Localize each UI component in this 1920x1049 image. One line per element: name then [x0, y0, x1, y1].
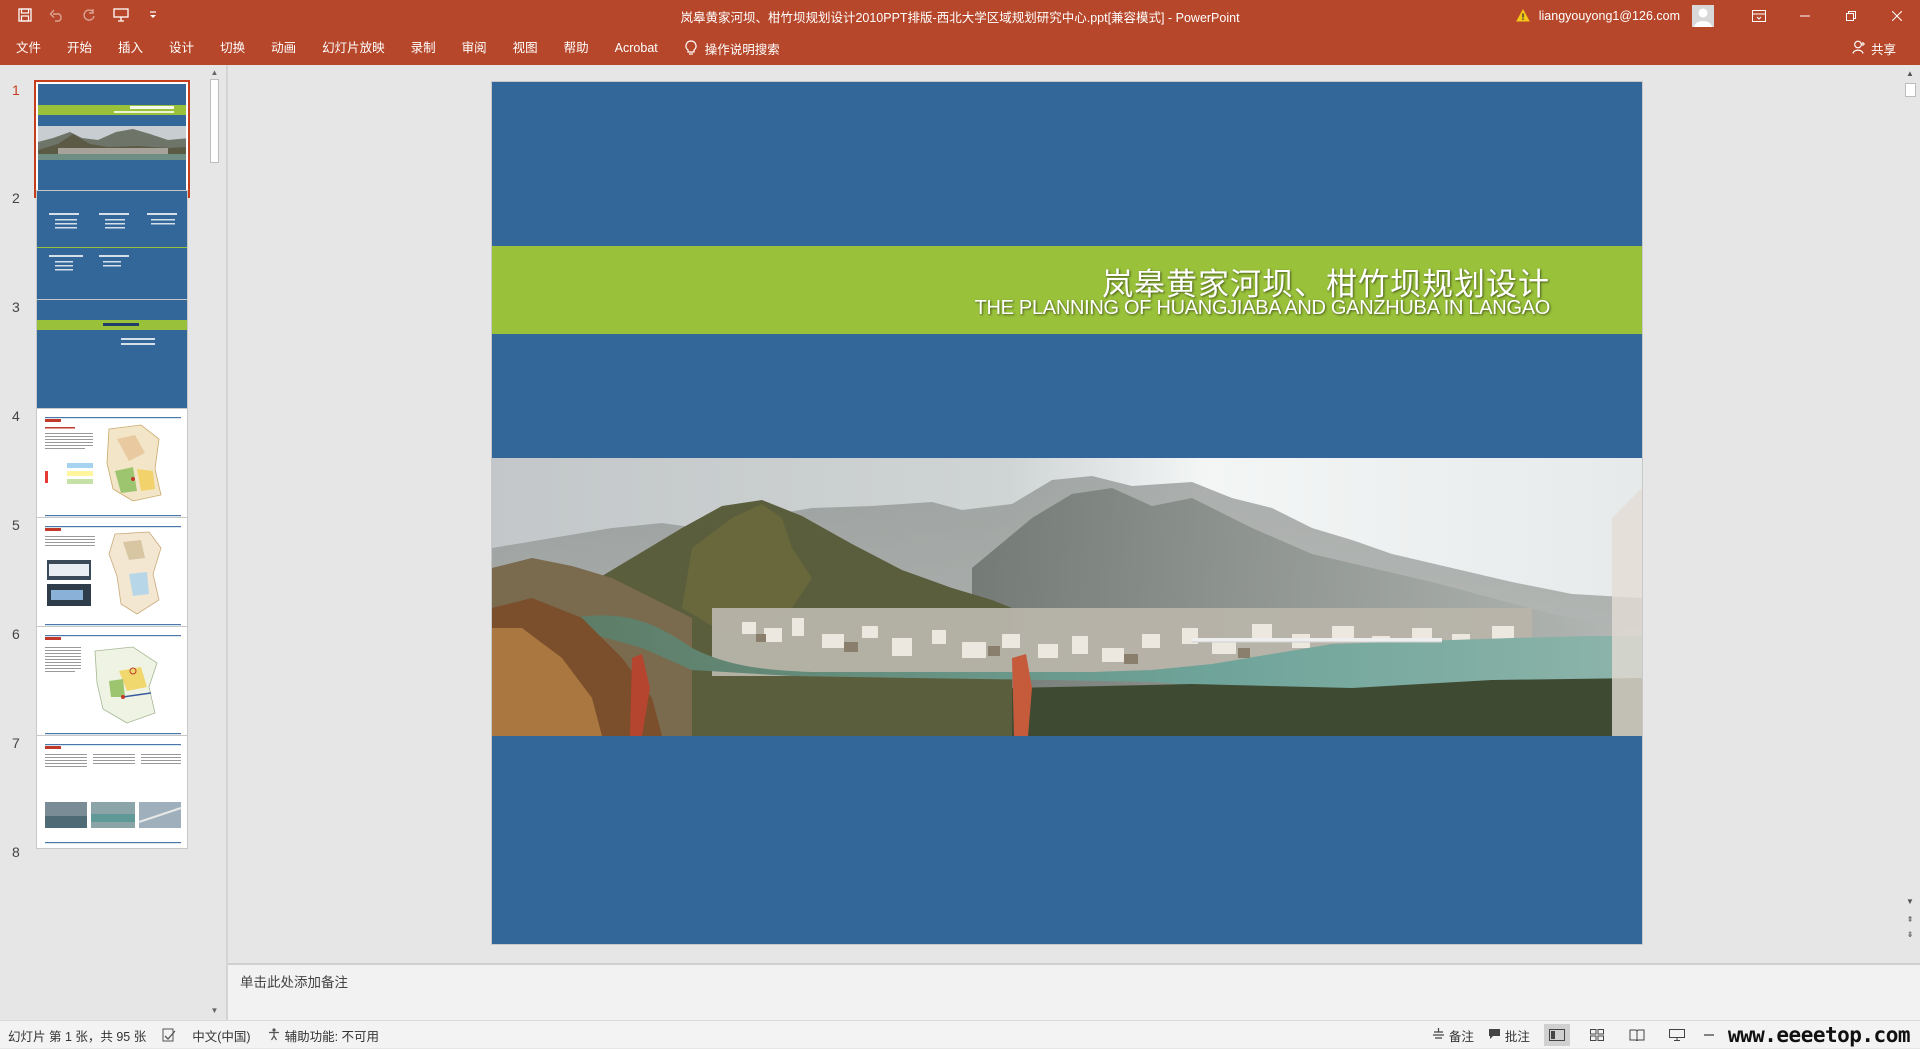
user-email[interactable]: liangyouyong1@126.com	[1539, 9, 1680, 23]
slide-counter: 幻灯片 第 1 张，共 95 张	[8, 1029, 147, 1044]
slide-number: 2	[12, 190, 20, 206]
accessibility-label: 辅助功能: 不可用	[284, 1029, 380, 1044]
scroll-down-icon[interactable]: ▼	[1904, 896, 1916, 908]
person-icon	[1852, 40, 1866, 57]
language-indicator[interactable]: 中文(中国)	[192, 1026, 250, 1045]
slide-sorter-view-icon[interactable]	[1584, 1024, 1610, 1046]
slide-thumbnails-pane: 1 2 3 4 5 6 7 8	[0, 65, 208, 1020]
restore-icon[interactable]	[1828, 0, 1874, 31]
slide-number: 3	[12, 299, 20, 315]
current-slide[interactable]: 岚皋黄家河坝、柑竹坝规划设计 THE PLANNING OF HUANGJIAB…	[492, 82, 1642, 944]
notes-label: 备注	[1448, 1029, 1474, 1044]
close-icon[interactable]	[1874, 0, 1920, 31]
slide-thumbnail-5[interactable]: 5	[0, 517, 190, 637]
slide-scrollbar[interactable]: ▲ ▼ ⇞ ⇟	[1900, 65, 1920, 963]
notes-icon	[1432, 1027, 1445, 1043]
next-slide-icon[interactable]: ⇟	[1904, 929, 1916, 941]
tab-design[interactable]: 设计	[156, 31, 207, 65]
scroll-up-icon[interactable]: ▲	[1904, 68, 1916, 80]
notes-pane[interactable]: 单击此处添加备注	[228, 965, 1920, 1020]
comments-toggle-button[interactable]: 批注	[1488, 1026, 1530, 1045]
zoom-out-icon[interactable]	[1703, 1030, 1714, 1040]
tab-view[interactable]: 视图	[500, 31, 551, 65]
tab-review[interactable]: 审阅	[449, 31, 500, 65]
spelling-check-icon[interactable]	[162, 1028, 176, 1042]
warning-icon[interactable]	[1515, 8, 1531, 24]
title-band: 岚皋黄家河坝、柑竹坝规划设计 THE PLANNING OF HUANGJIAB…	[492, 246, 1642, 334]
reading-view-icon[interactable]	[1624, 1024, 1650, 1046]
slide-thumbnail-6[interactable]: 6	[0, 626, 190, 746]
notes-toggle-button[interactable]: 备注	[1432, 1026, 1474, 1045]
slide-thumbnail-1[interactable]: 1	[0, 80, 190, 202]
slide-number: 8	[12, 844, 20, 860]
avatar[interactable]	[1692, 4, 1714, 27]
slide-number: 7	[12, 735, 20, 751]
share-label: 共享	[1870, 42, 1896, 57]
slide-thumbnail-8[interactable]: 8	[0, 844, 190, 964]
accessibility-icon	[267, 1027, 281, 1044]
minimize-icon[interactable]	[1782, 0, 1828, 31]
tab-home[interactable]: 开始	[54, 31, 105, 65]
tab-acrobat[interactable]: Acrobat	[602, 31, 671, 65]
tab-insert[interactable]: 插入	[105, 31, 156, 65]
scroll-thumb[interactable]	[1905, 83, 1916, 97]
slide-thumbnail-3[interactable]: 3	[0, 299, 190, 419]
notes-placeholder[interactable]: 单击此处添加备注	[240, 971, 348, 991]
thumbnails-scrollbar[interactable]: ▲ ▼	[206, 65, 222, 1020]
tell-me-search[interactable]: 操作说明搜索	[671, 39, 780, 58]
slideshow-view-icon[interactable]	[1664, 1024, 1690, 1046]
tab-animations[interactable]: 动画	[258, 31, 309, 65]
tab-slideshow[interactable]: 幻灯片放映	[309, 31, 398, 65]
tell-me-label: 操作说明搜索	[704, 42, 780, 57]
slide-number: 1	[12, 82, 20, 98]
ribbon-display-options-icon[interactable]	[1736, 0, 1782, 31]
slide-editing-area: 岚皋黄家河坝、柑竹坝规划设计 THE PLANNING OF HUANGJIAB…	[228, 65, 1900, 963]
status-bar: 幻灯片 第 1 张，共 95 张 中文(中国) 辅助功能: 不可用 备注 批注	[0, 1020, 1920, 1048]
share-button[interactable]: 共享	[1852, 31, 1896, 65]
previous-slide-icon[interactable]: ⇞	[1904, 914, 1916, 926]
slide-title-english[interactable]: THE PLANNING OF HUANGJIABA AND GANZHUBA …	[975, 297, 1551, 320]
tab-record[interactable]: 录制	[398, 31, 449, 65]
tab-help[interactable]: 帮助	[551, 31, 602, 65]
scroll-down-icon[interactable]: ▼	[209, 1005, 220, 1016]
slide-number: 6	[12, 626, 20, 642]
comments-label: 批注	[1504, 1029, 1530, 1044]
scroll-thumb[interactable]	[210, 79, 219, 163]
slide-number: 4	[12, 408, 20, 424]
town-panorama-image[interactable]	[492, 458, 1642, 736]
tab-file[interactable]: 文件	[14, 31, 54, 65]
scroll-up-icon[interactable]: ▲	[209, 67, 220, 78]
slide-thumbnail-4[interactable]: 4	[0, 408, 190, 528]
lightbulb-icon	[685, 40, 697, 56]
slide-thumbnail-7[interactable]: 7	[0, 735, 190, 855]
normal-view-icon[interactable]	[1543, 1024, 1570, 1046]
slide-thumbnail-2[interactable]: 2	[0, 190, 190, 310]
ribbon-tabs: 文件 开始 插入 设计 切换 动画 幻灯片放映 录制 审阅 视图 帮助 Acro…	[0, 31, 1920, 65]
comment-icon	[1488, 1028, 1501, 1043]
watermark-text: www.eeeetop.com	[1727, 1023, 1911, 1047]
title-bar: 岚皋黄家河坝、柑竹坝规划设计2010PPT排版-西北大学区域规划研究中心.ppt…	[0, 0, 1920, 31]
tab-transitions[interactable]: 切换	[207, 31, 258, 65]
slide-number: 5	[12, 517, 20, 533]
accessibility-status[interactable]: 辅助功能: 不可用	[267, 1026, 379, 1045]
